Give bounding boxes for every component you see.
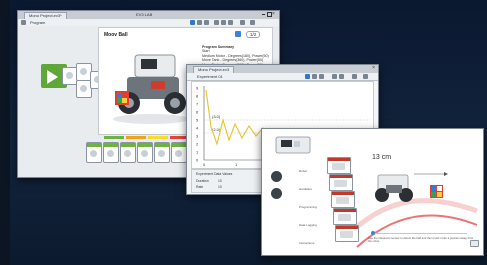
summary-line: Move Tank - Degrees(360), Power(50) xyxy=(202,58,264,63)
toolbar: Experiment 01 xyxy=(187,73,378,81)
select-tool-icon[interactable] xyxy=(305,74,310,79)
y-tick-label: 4 xyxy=(196,125,199,130)
edit-page-icon[interactable] xyxy=(235,31,241,37)
y-tick-label: 8 xyxy=(196,93,199,98)
program-tab[interactable]: Program xyxy=(30,20,45,25)
palette-block[interactable] xyxy=(137,142,153,163)
nav-circle-icon[interactable] xyxy=(271,188,282,199)
y-tick-label: 5 xyxy=(196,117,199,122)
settings-icon[interactable] xyxy=(352,74,357,79)
thumbnail-card[interactable] xyxy=(327,157,351,174)
panel-heading: Experiment Data Values xyxy=(196,172,233,176)
page-indicator[interactable]: 1/2 xyxy=(246,31,261,38)
rate-label: Rate xyxy=(196,185,204,189)
play-icon xyxy=(47,70,58,84)
thumbnail-card[interactable] xyxy=(331,191,355,208)
palette-block[interactable] xyxy=(154,142,170,163)
pan-tool-icon[interactable] xyxy=(312,74,317,79)
content-editor-window: 13 cm Robot Hardware Programming Data Lo… xyxy=(261,128,484,256)
menu-item[interactable]: Data Logging xyxy=(299,223,321,241)
zoom-icon[interactable] xyxy=(319,74,324,79)
zoom-in-icon[interactable] xyxy=(221,20,226,25)
next-button[interactable] xyxy=(470,240,479,247)
y-tick-label: 7 xyxy=(196,101,199,106)
menu-item[interactable]: Instructions xyxy=(299,241,321,255)
content-menu: Robot Hardware Programming Data Logging … xyxy=(299,169,321,255)
palette-tab-sensor[interactable] xyxy=(148,136,168,139)
palette-tab-action[interactable] xyxy=(104,136,124,139)
zoom-out-icon[interactable] xyxy=(214,20,219,25)
thumbnail-card[interactable] xyxy=(335,225,359,242)
nav-circle-icon[interactable] xyxy=(271,171,282,182)
caption-text: Use the ultrasonic sensor to detect the … xyxy=(368,236,474,244)
toolbar-center-label: EV3 LAB xyxy=(136,12,153,17)
y-tick-label: 2 xyxy=(196,141,199,146)
y-tick-label: 0 xyxy=(196,157,199,162)
brick-icon[interactable] xyxy=(250,20,255,25)
y-tick-label: 6 xyxy=(196,109,199,114)
y-tick-label: 3 xyxy=(196,133,199,138)
palette-block[interactable] xyxy=(86,142,102,163)
timeline-slider[interactable] xyxy=(373,233,467,234)
y-tick-label: 9 xyxy=(196,85,199,90)
menu-icon[interactable] xyxy=(21,20,26,25)
graph-marker-label: (3.0) xyxy=(212,114,221,119)
download-icon[interactable] xyxy=(363,74,368,79)
minimize-icon[interactable] xyxy=(262,14,265,15)
close-icon[interactable]: × xyxy=(272,11,275,17)
experiment-tab[interactable]: Experiment 01 xyxy=(197,74,223,79)
project-tab[interactable]: Mono Project.ev3* xyxy=(24,12,67,19)
pan-tool-icon[interactable] xyxy=(197,20,202,25)
palette-block[interactable] xyxy=(171,142,187,163)
duration-label: Duration xyxy=(196,179,209,183)
left-edge-strip xyxy=(0,0,10,265)
graph-marker-label: (2.0) xyxy=(212,127,221,132)
palette-block[interactable] xyxy=(120,142,136,163)
y-tick-label: 1 xyxy=(196,149,199,154)
menu-item[interactable]: Hardware xyxy=(299,187,321,205)
graph-icon[interactable] xyxy=(332,74,337,79)
palette-tab-flow[interactable] xyxy=(126,136,146,139)
thumbnail-card[interactable] xyxy=(329,174,353,191)
slider-thumb[interactable] xyxy=(371,231,375,235)
comment-tool-icon[interactable] xyxy=(204,20,209,25)
zoom-reset-icon[interactable] xyxy=(228,20,233,25)
palette-block[interactable] xyxy=(103,142,119,163)
x-tick-label: 1 xyxy=(235,162,238,167)
window-controls[interactable]: × xyxy=(262,11,276,17)
robot-image xyxy=(113,54,189,124)
thumbnail-card[interactable] xyxy=(333,208,357,225)
close-icon[interactable]: × xyxy=(372,65,375,71)
download-icon[interactable] xyxy=(240,20,245,25)
select-tool-icon[interactable] xyxy=(190,20,195,25)
menu-item[interactable]: Robot xyxy=(299,169,321,187)
table-icon[interactable] xyxy=(339,74,344,79)
rate-value[interactable]: 10 xyxy=(218,185,222,189)
panel-title: Moov Ball xyxy=(104,32,128,38)
distance-label: 13 cm xyxy=(372,154,392,161)
project-tab[interactable]: Mono Project.ev3 xyxy=(193,66,235,73)
x-tick-label: 0 xyxy=(203,162,206,167)
menu-item[interactable]: Programming xyxy=(299,205,321,223)
duration-value[interactable]: 10 xyxy=(218,179,222,183)
